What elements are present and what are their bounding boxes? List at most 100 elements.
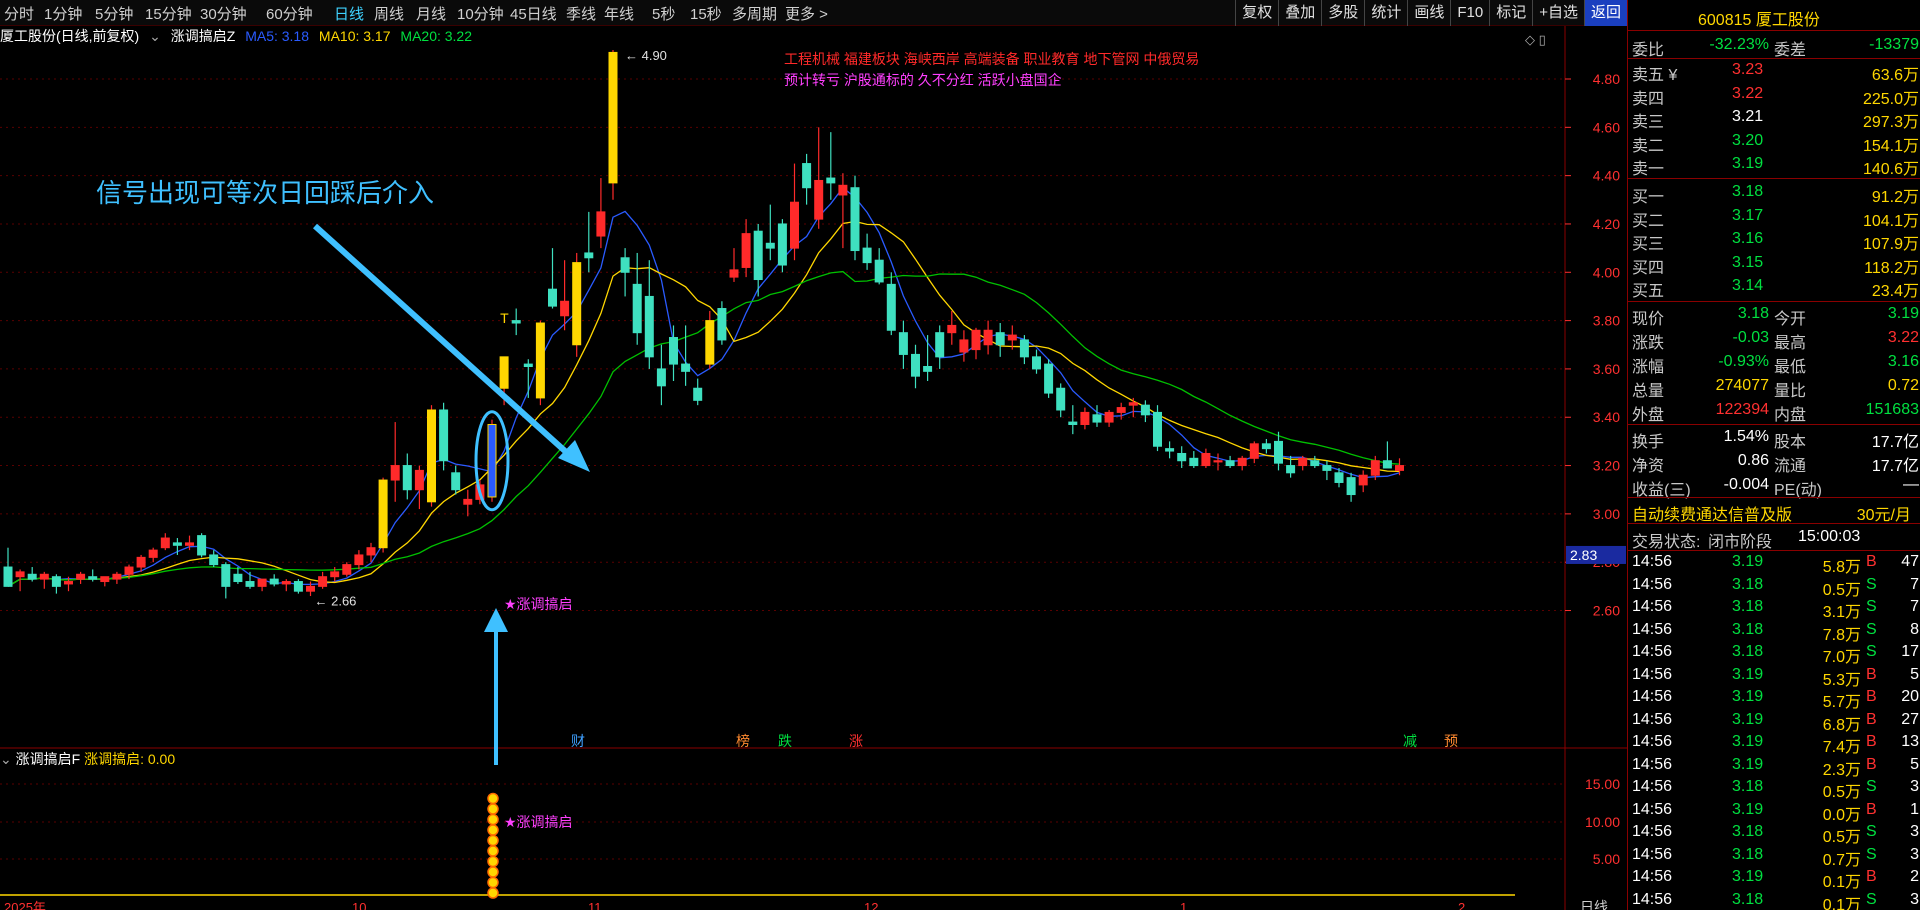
candle [378, 477, 388, 553]
tick-cell: 3.19 [1732, 553, 1764, 570]
panel-text: 今开 [1774, 311, 1807, 328]
stat-row: 外盘 122394 内盘 151683 [1628, 399, 1920, 424]
tick-cell: B [1866, 665, 1877, 683]
tool-button-1[interactable]: 叠加 [1278, 0, 1321, 26]
period-tab-11[interactable]: 季线 [566, 3, 596, 24]
panel-text: 274077 [1715, 377, 1769, 394]
tick-cell: 0.7万 [1822, 851, 1861, 869]
period-tab-10[interactable]: 45日线 [510, 3, 557, 24]
tick-cell: 27 [1901, 710, 1919, 728]
x-axis-label: 2 [1458, 900, 1465, 910]
panel-text: -0.004 [1723, 476, 1769, 493]
event-marker[interactable]: 涨 [849, 733, 863, 749]
tick-cell: 7 [1910, 598, 1919, 615]
period-tab-12[interactable]: 年线 [604, 3, 634, 24]
weicha-value: -13379 [1869, 36, 1919, 53]
tick-cell: 3.18 [1732, 823, 1764, 840]
candle [850, 175, 860, 261]
signal-label: ★涨调搞启 [504, 596, 573, 612]
event-marker[interactable]: 榜 [736, 733, 750, 749]
chart-area[interactable]: 4.80 4.60 4.40 4.20 4.00 3.80 3.60 3.40 3.20 3.00… [0, 26, 1627, 910]
tool-button-3[interactable]: 统计 [1364, 0, 1407, 26]
tick-cell: 3.1万 [1822, 604, 1861, 621]
x-axis-label: 12 [864, 900, 878, 910]
tick-cell: 3.18 [1732, 575, 1764, 593]
stat2-row: 收益(三) -0.004 PE(动) — [1628, 474, 1920, 499]
candle [535, 320, 545, 406]
tick-row: 14:56 3.19 0.1万 B 2 [1628, 867, 1920, 891]
window-icons[interactable]: ◇ ▯ [1525, 32, 1546, 47]
event-marker[interactable]: 跌 [778, 733, 792, 749]
tick-cell: 14:56 [1632, 845, 1673, 863]
panel-text: 3.19 [1887, 305, 1919, 322]
period-tab-1[interactable]: 1分钟 [44, 3, 82, 24]
signal-bead [487, 834, 499, 847]
period-tab-8[interactable]: 月线 [416, 3, 446, 24]
period-tab-14[interactable]: 15秒 [690, 3, 722, 24]
tool-button-0[interactable]: 复权 [1235, 0, 1278, 26]
candle [293, 579, 303, 594]
indicator-name[interactable]: 涨调搞启Z [171, 28, 236, 44]
sell-row-5: 卖五 ¥ 3.23 63.6万 [1628, 59, 1920, 84]
buy-volume: 23.4万 [1871, 283, 1919, 301]
candle [608, 50, 618, 200]
panel-text: 买四 [1632, 259, 1665, 277]
tool-button-7[interactable]: +自选 [1532, 0, 1584, 26]
event-marker[interactable]: 财 [571, 733, 585, 749]
period-tab-13[interactable]: 5秒 [652, 3, 675, 24]
tick-cell: 0.0万 [1822, 806, 1861, 824]
tick-row: 14:56 3.18 3.1万 S 7 [1628, 597, 1920, 621]
panel-text: -0.03 [1732, 329, 1769, 346]
sell-volume: 140.6万 [1862, 161, 1919, 179]
tick-cell: 14:56 [1632, 733, 1673, 750]
period-tab-3[interactable]: 15分钟 [145, 3, 192, 24]
period-tab-6[interactable]: 日线 [334, 3, 364, 24]
tick-cell: 5 [1910, 665, 1919, 683]
period-tab-0[interactable]: 分时 [4, 3, 34, 24]
event-marker[interactable]: 预 [1444, 733, 1458, 749]
period-tab-7[interactable]: 周线 [374, 3, 404, 24]
chart-header: 厦工股份(日线,前复权) ⌄ 涨调搞启Z MA5: 3.18 MA10: 3.1… [0, 26, 478, 48]
tool-button-5[interactable]: F10 [1450, 0, 1489, 26]
sell-row-1: 卖一 3.19 140.6万 [1628, 153, 1920, 179]
period-tab-2[interactable]: 5分钟 [95, 3, 133, 24]
panel-text: 现价 [1632, 311, 1665, 328]
tick-cell: S [1866, 643, 1877, 660]
event-marker[interactable]: 减 [1403, 733, 1417, 749]
trading-app: 分时 1分钟 5分钟 15分钟 30分钟 60分钟 日线 周线 月线 10分钟 45日线 季线 年线 5秒… [0, 0, 1920, 910]
stat-row: 涨跌 -0.03 最高 3.22 [1628, 327, 1920, 352]
period-tag[interactable]: 日线 [1580, 899, 1608, 910]
sell-price: 3.23 [1732, 61, 1764, 78]
tick-cell: 1 [1910, 800, 1919, 818]
period-tab-16[interactable]: 更多 > [785, 3, 828, 24]
ma20-value: MA20: 3.22 [400, 28, 473, 44]
sub-collapse-icon[interactable]: ⌄ [0, 751, 12, 767]
candle [487, 419, 497, 502]
signal-bead [487, 813, 499, 826]
period-tab-9[interactable]: 10分钟 [457, 3, 504, 24]
period-tab-15[interactable]: 多周期 [732, 3, 777, 24]
buy-volume: 104.1万 [1862, 212, 1919, 230]
candle [342, 562, 352, 577]
sub-indicator-name[interactable]: 涨调搞启F [16, 751, 81, 767]
period-tab-5[interactable]: 60分钟 [266, 3, 313, 24]
tick-cell: 17 [1901, 643, 1919, 660]
period-tab-4[interactable]: 30分钟 [200, 3, 247, 24]
buy-row-2: 买二 3.17 104.1万 [1628, 205, 1920, 230]
tick-cell: 3.19 [1732, 755, 1764, 773]
tick-cell: 3.19 [1732, 800, 1764, 818]
tool-button-8[interactable]: 返回 [1583, 0, 1627, 26]
kline-chart[interactable]: 4.80 4.60 4.40 4.20 4.00 3.80 3.60 3.40 3.20 3.00… [0, 26, 1627, 910]
tick-cell: 3 [1910, 778, 1919, 795]
tool-button-6[interactable]: 标记 [1489, 0, 1532, 26]
signal-bead [487, 845, 499, 857]
tool-button-4[interactable]: 画线 [1407, 0, 1450, 26]
panel-text: 买二 [1632, 212, 1665, 230]
min-price-label: ← 2.66 [315, 594, 357, 609]
t-mark: T [500, 310, 509, 326]
collapse-icon[interactable]: ⌄ [149, 28, 161, 44]
promo-row: 自动续费通达信普及版 30元/月 [1628, 499, 1920, 524]
tool-button-2[interactable]: 多股 [1321, 0, 1364, 26]
panel-text: 换手 [1632, 434, 1665, 451]
tick-cell: 3.18 [1732, 845, 1764, 863]
